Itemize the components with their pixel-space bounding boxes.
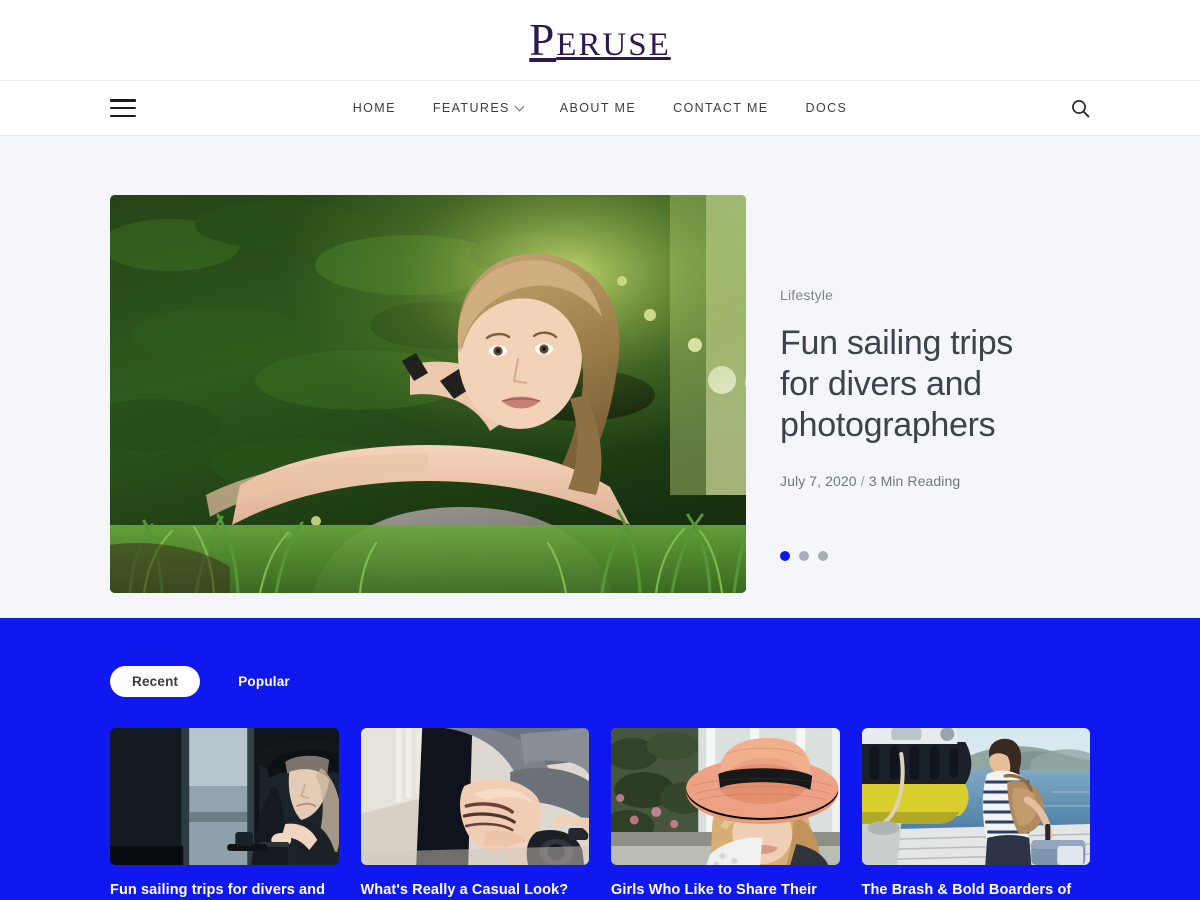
search-icon: [1071, 99, 1089, 117]
hamburger-bar: [110, 99, 136, 102]
hamburger-bar: [110, 106, 136, 110]
chevron-down-icon: [514, 101, 525, 111]
post-card-title[interactable]: Girls Who Like to Share Their Favorite N…: [611, 881, 840, 900]
hero-image-graphic: [110, 195, 746, 593]
posts-section: Recent Popular Fun sailing trips for div…: [0, 618, 1200, 900]
hero-section: Lifestyle Fun sailing trips for divers a…: [0, 136, 1200, 618]
post-card-image-4: [861, 728, 1090, 865]
post-card-image-3: [611, 728, 840, 865]
hero-date: July 7, 2020: [780, 473, 857, 490]
post-card-thumbnail[interactable]: [611, 728, 840, 865]
nav-link-docs[interactable]: DOCS: [806, 101, 848, 115]
post-card-thumbnail[interactable]: [861, 728, 1090, 865]
post-card-title[interactable]: Fun sailing trips for divers and photogr…: [110, 881, 339, 900]
post-card-image-1: [110, 728, 339, 865]
hamburger-bar: [110, 114, 136, 117]
main-navigation: HOME FEATURES ABOUT ME CONTACT ME DOCS: [0, 81, 1200, 136]
nav-item-docs[interactable]: DOCS: [806, 101, 848, 115]
post-card-thumbnail[interactable]: [360, 728, 589, 865]
nav-link-home[interactable]: HOME: [353, 101, 396, 115]
site-header: P ERUSE: [0, 0, 1200, 81]
carousel-dot-3[interactable]: [818, 551, 828, 562]
site-logo[interactable]: P ERUSE: [529, 14, 671, 65]
hamburger-menu-icon[interactable]: [110, 99, 136, 117]
nav-link-contact-me[interactable]: CONTACT ME: [673, 101, 768, 115]
post-card-image-2: [360, 728, 589, 865]
post-card[interactable]: Fun sailing trips for divers and photogr…: [110, 728, 339, 900]
post-card[interactable]: Girls Who Like to Share Their Favorite N…: [611, 728, 840, 900]
nav-item-home[interactable]: HOME: [353, 101, 396, 115]
hero-title[interactable]: Fun sailing trips for divers and photogr…: [780, 323, 1040, 445]
post-card-title[interactable]: The Brash & Bold Boarders of Venice Beac…: [862, 881, 1091, 900]
carousel-dot-2[interactable]: [799, 551, 809, 562]
carousel-dot-1[interactable]: [780, 551, 790, 562]
nav-item-contact-me[interactable]: CONTACT ME: [673, 101, 768, 115]
hero-content: Lifestyle Fun sailing trips for divers a…: [780, 195, 1090, 618]
nav-menu: HOME FEATURES ABOUT ME CONTACT ME DOCS: [353, 101, 848, 115]
posts-card-grid: Fun sailing trips for divers and photogr…: [110, 728, 1090, 900]
nav-link-features[interactable]: FEATURES: [433, 101, 510, 115]
nav-item-features[interactable]: FEATURES: [433, 101, 525, 115]
hero-category[interactable]: Lifestyle: [780, 287, 1090, 303]
post-card[interactable]: What's Really a Casual Look? Let's Dive …: [360, 728, 590, 900]
logo-initial: P: [529, 14, 557, 65]
posts-tabs: Recent Popular: [110, 666, 1090, 697]
hero-meta-separator: /: [860, 473, 865, 490]
post-card-thumbnail[interactable]: [110, 728, 339, 865]
search-button[interactable]: [1068, 96, 1092, 120]
carousel-dots: [780, 551, 1090, 562]
hero-featured-image[interactable]: [110, 195, 746, 593]
hero-reading-time: 3 Min Reading: [868, 473, 961, 490]
logo-rest: ERUSE: [556, 26, 671, 63]
nav-link-about-me[interactable]: ABOUT ME: [560, 101, 636, 115]
hero-meta: July 7, 2020/3 Min Reading: [780, 473, 1090, 489]
post-card-title[interactable]: What's Really a Casual Look? Let's Dive …: [361, 881, 590, 900]
tab-recent[interactable]: Recent: [110, 666, 201, 697]
post-card[interactable]: The Brash & Bold Boarders of Venice Beac…: [861, 728, 1091, 900]
nav-item-about-me[interactable]: ABOUT ME: [560, 101, 636, 115]
tab-popular[interactable]: Popular: [216, 666, 312, 697]
